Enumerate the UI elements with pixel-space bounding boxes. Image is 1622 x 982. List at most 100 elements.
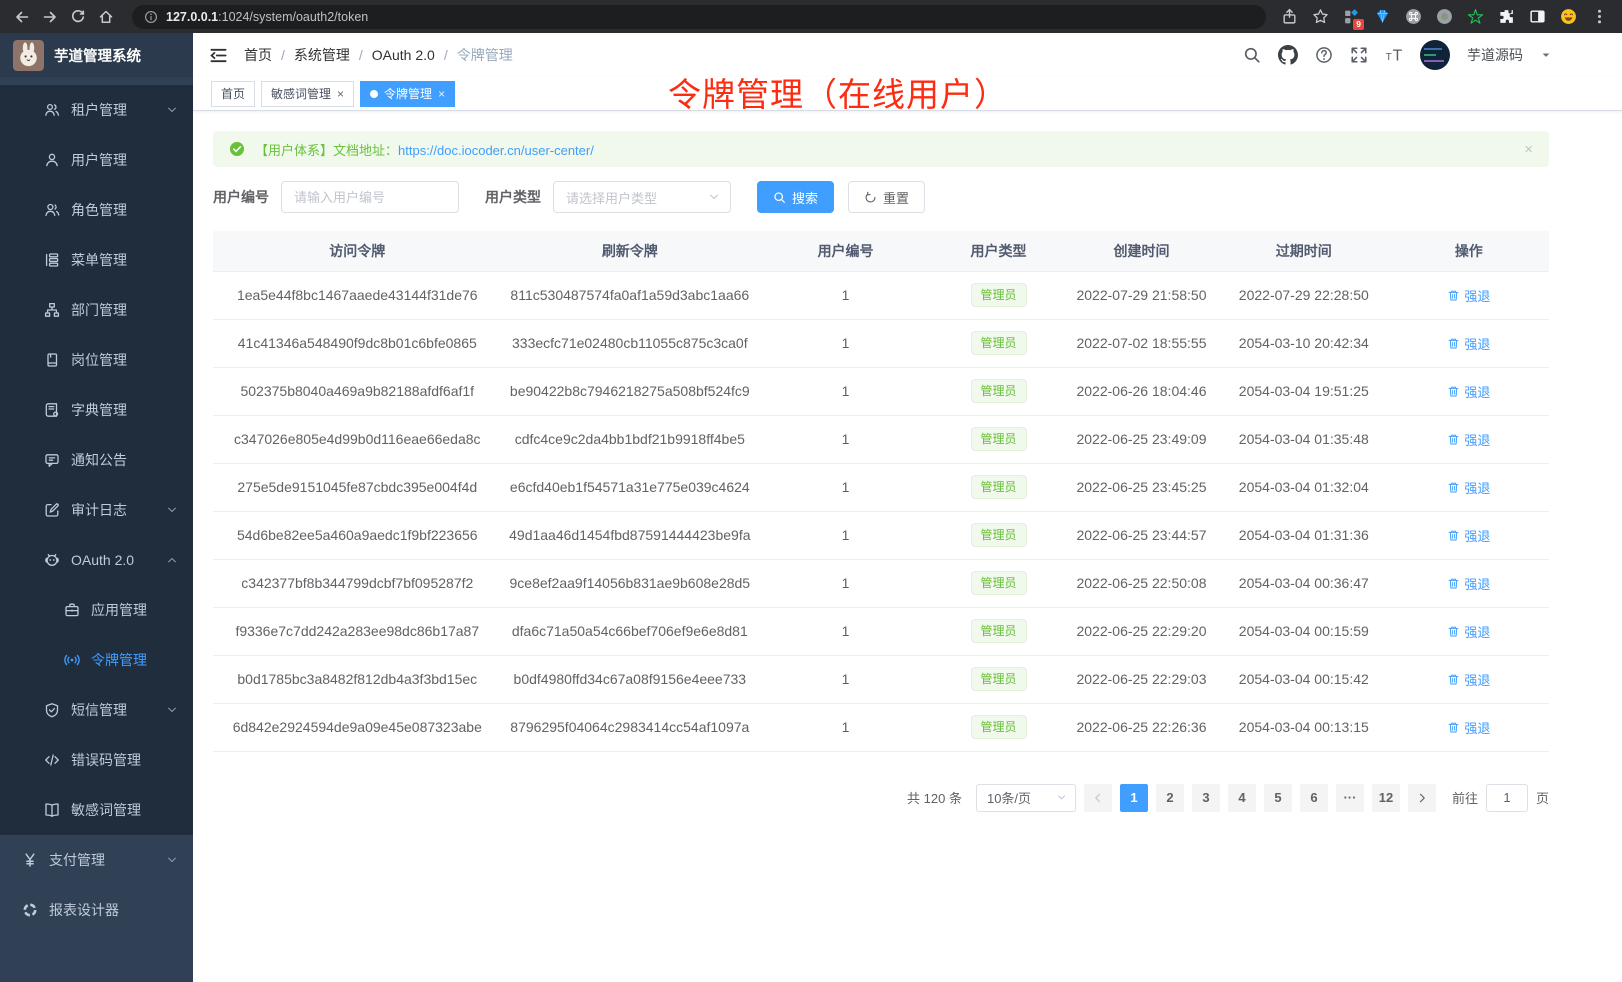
sidebar-item-menu-tree[interactable]: 菜单管理 <box>0 235 193 285</box>
reset-button[interactable]: 重置 <box>848 181 925 213</box>
prev-page-button[interactable] <box>1084 784 1112 812</box>
user-id-cell: 1 <box>758 607 933 655</box>
expire-time-cell: 2054-03-04 01:35:48 <box>1219 415 1389 463</box>
user-id-label: 用户编号 <box>213 187 269 207</box>
browser-menu-icon[interactable] <box>1590 8 1608 26</box>
share-icon[interactable] <box>1280 8 1298 26</box>
column-header: 操作 <box>1389 231 1549 271</box>
sidebar-item-org-tree[interactable]: 部门管理 <box>0 285 193 335</box>
browser-home-button[interactable] <box>94 5 118 29</box>
access-token-cell: 41c41346a548490f9dc8b01c6bfe0865 <box>213 319 502 367</box>
breadcrumb-item[interactable]: 首页 <box>244 45 272 65</box>
shield-check-icon <box>44 702 60 718</box>
avatar[interactable] <box>1420 40 1450 70</box>
page-button-12[interactable]: 12 <box>1372 784 1400 812</box>
action-cell: 强退 <box>1389 703 1549 751</box>
sidebar-item-book-open[interactable]: 敏感词管理 <box>0 785 193 835</box>
browser-back-button[interactable] <box>10 5 34 29</box>
address-bar[interactable]: 127.0.0.1:1024/system/oauth2/token <box>132 5 1266 29</box>
alert-doc-link[interactable]: https://doc.iocoder.cn/user-center/ <box>398 143 594 158</box>
tab-敏感词管理[interactable]: 敏感词管理× <box>261 81 354 107</box>
url-path: :1024/system/oauth2/token <box>218 10 368 24</box>
page-button-3[interactable]: 3 <box>1192 784 1220 812</box>
page-button-4[interactable]: 4 <box>1228 784 1256 812</box>
sidebar-item-edit-log[interactable]: 审计日志 <box>0 485 193 535</box>
sidebar-item-message[interactable]: 通知公告 <box>0 435 193 485</box>
sidebar-item-user[interactable]: 用户管理 <box>0 135 193 185</box>
column-header: 用户类型 <box>933 231 1064 271</box>
force-logout-button[interactable]: 强退 <box>1447 478 1490 497</box>
page-size-select[interactable]: 10条/页 <box>976 784 1076 812</box>
more-pages-button[interactable]: ··· <box>1336 784 1364 812</box>
page-button-1[interactable]: 1 <box>1120 784 1148 812</box>
dict-book-icon <box>44 402 60 418</box>
action-cell: 强退 <box>1389 367 1549 415</box>
breadcrumb-separator: / <box>444 47 448 63</box>
force-logout-button[interactable]: 强退 <box>1447 526 1490 545</box>
sidebar-item-code[interactable]: 错误码管理 <box>0 735 193 785</box>
sidebar-item-briefcase[interactable]: 应用管理 <box>0 585 193 635</box>
breadcrumb-item[interactable]: 系统管理 <box>294 45 350 65</box>
sidebar-item-robot[interactable]: OAuth 2.0 <box>0 535 193 585</box>
help-icon[interactable] <box>1315 46 1333 64</box>
broadcast-icon <box>64 652 80 668</box>
font-size-icon[interactable] <box>1385 46 1403 64</box>
site-info-icon[interactable] <box>144 10 158 24</box>
user-type-cell: 管理员 <box>933 415 1064 463</box>
sidebar-item-dict-book[interactable]: 字典管理 <box>0 385 193 435</box>
alert-close-icon[interactable]: × <box>1524 141 1533 158</box>
sidebar-collapse-icon[interactable] <box>209 46 228 65</box>
search-icon[interactable] <box>1243 46 1261 64</box>
sidebar-item-yen[interactable]: 支付管理 <box>0 835 193 885</box>
fullscreen-icon[interactable] <box>1350 46 1368 64</box>
bookmark-star-icon[interactable] <box>1311 8 1329 26</box>
force-logout-button[interactable]: 强退 <box>1447 334 1490 353</box>
breadcrumb-item: 令牌管理 <box>457 45 513 65</box>
column-header: 刷新令牌 <box>502 231 759 271</box>
tab-close-icon[interactable]: × <box>337 88 344 100</box>
tab-close-icon[interactable]: × <box>438 88 445 100</box>
force-logout-button[interactable]: 强退 <box>1447 574 1490 593</box>
sidebar-item-broadcast[interactable]: 令牌管理 <box>0 635 193 685</box>
force-logout-button[interactable]: 强退 <box>1447 670 1490 689</box>
green-star-extension-icon[interactable] <box>1466 8 1484 26</box>
sidebar-item-pie[interactable]: 报表设计器 <box>0 885 193 935</box>
column-header: 用户编号 <box>758 231 933 271</box>
tab-首页[interactable]: 首页 <box>211 81 255 107</box>
force-logout-button[interactable]: 强退 <box>1447 286 1490 305</box>
force-logout-button[interactable]: 强退 <box>1447 622 1490 641</box>
sidebar-item-users[interactable]: 租户管理 <box>0 85 193 135</box>
tab-令牌管理[interactable]: 令牌管理× <box>360 81 455 107</box>
search-button[interactable]: 搜索 <box>757 181 834 213</box>
page-button-2[interactable]: 2 <box>1156 784 1184 812</box>
sidebar-item-badge[interactable]: 岗位管理 <box>0 335 193 385</box>
user-caret-down-icon[interactable] <box>1540 49 1552 61</box>
page-button-6[interactable]: 6 <box>1300 784 1328 812</box>
gem-extension-icon[interactable] <box>1373 8 1391 26</box>
github-icon[interactable] <box>1278 45 1298 65</box>
record-extension-icon[interactable] <box>1435 8 1453 26</box>
extension-badge-icon[interactable]: 9 <box>1342 8 1360 26</box>
page-button-5[interactable]: 5 <box>1264 784 1292 812</box>
user-id-input[interactable] <box>281 181 459 213</box>
goto-page-input[interactable] <box>1486 784 1528 812</box>
profile-emoji-icon[interactable] <box>1559 8 1577 26</box>
force-logout-button[interactable]: 强退 <box>1447 382 1490 401</box>
command-extension-icon[interactable] <box>1404 8 1422 26</box>
split-view-icon[interactable] <box>1528 8 1546 26</box>
sidebar-item-shield-check[interactable]: 短信管理 <box>0 685 193 735</box>
force-logout-button[interactable]: 强退 <box>1447 430 1490 449</box>
user-type-select[interactable]: 请选择用户类型 <box>553 181 731 213</box>
sidebar-item-role[interactable]: 角色管理 <box>0 185 193 235</box>
username[interactable]: 芋道源码 <box>1467 45 1523 65</box>
extensions-puzzle-icon[interactable] <box>1497 8 1515 26</box>
extension-badge-count: 9 <box>1353 19 1364 30</box>
force-logout-button[interactable]: 强退 <box>1447 718 1490 737</box>
breadcrumb-item[interactable]: OAuth 2.0 <box>372 47 435 63</box>
app-logo[interactable]: 芋道管理系统 <box>0 33 193 77</box>
next-page-button[interactable] <box>1408 784 1436 812</box>
browser-reload-button[interactable] <box>66 5 90 29</box>
user-type-tag: 管理员 <box>971 379 1027 403</box>
browser-forward-button[interactable] <box>38 5 62 29</box>
user-type-cell: 管理员 <box>933 367 1064 415</box>
